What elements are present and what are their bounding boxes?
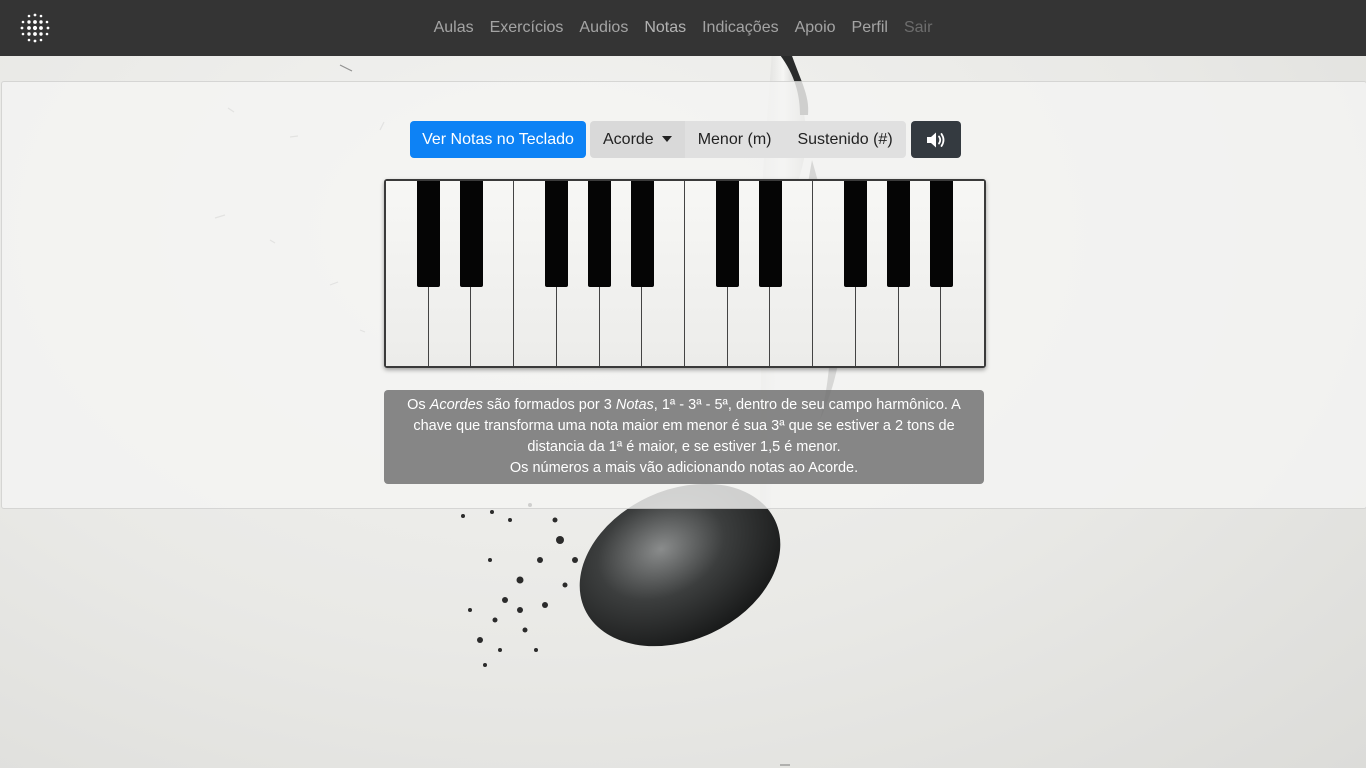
notas-term: Notas <box>615 397 654 413</box>
piano-black-key[interactable] <box>758 181 782 287</box>
volume-icon <box>926 132 945 147</box>
nav-link-aulas[interactable]: Aulas <box>426 0 482 56</box>
piano-black-key[interactable] <box>887 181 911 287</box>
piano-black-key[interactable] <box>716 181 740 287</box>
top-navbar: Aulas Exercícios Audios Notas Indicações… <box>0 0 1366 56</box>
chord-info-text: Os Acordes são formados por 3 Notas, 1ª … <box>407 397 961 455</box>
piano-black-key[interactable] <box>588 181 612 287</box>
chord-info-box: Os Acordes são formados por 3 Notas, 1ª … <box>384 390 984 484</box>
minor-toggle-button[interactable]: Menor (m) <box>684 121 785 158</box>
chord-info-extra: Os números a mais vão adicionando notas … <box>509 460 859 476</box>
nav-link-exercicios[interactable]: Exercícios <box>482 0 572 56</box>
piano-black-key[interactable] <box>417 181 441 287</box>
piano-black-key[interactable] <box>630 181 654 287</box>
chord-toolbar: Ver Notas no Teclado Acorde Menor (m) Su… <box>410 121 961 159</box>
piano-black-key[interactable] <box>929 181 953 287</box>
sharp-toggle-button[interactable]: Sustenido (#) <box>784 121 906 158</box>
piano-black-key[interactable] <box>545 181 569 287</box>
piano-black-key[interactable] <box>844 181 868 287</box>
piano-keyboard <box>384 179 986 368</box>
show-notes-button[interactable]: Ver Notas no Teclado <box>410 121 586 158</box>
chord-dropdown-button[interactable]: Acorde <box>590 121 685 158</box>
play-sound-button[interactable] <box>910 121 961 158</box>
chord-dropdown-label: Acorde <box>603 130 654 148</box>
nav-link-perfil[interactable]: Perfil <box>844 0 896 56</box>
nav-link-audios[interactable]: Audios <box>571 0 636 56</box>
nav-link-apoio[interactable]: Apoio <box>787 0 844 56</box>
nav-link-notas[interactable]: Notas <box>636 0 694 56</box>
nav-link-sair[interactable]: Sair <box>896 0 940 56</box>
chord-panel: Ver Notas no Teclado Acorde Menor (m) Su… <box>1 81 1366 509</box>
piano-black-key[interactable] <box>459 181 483 287</box>
acordes-term: Acordes <box>429 397 483 413</box>
chord-options-group: Acorde Menor (m) Sustenido (#) <box>590 121 906 159</box>
nav-link-indicacoes[interactable]: Indicações <box>694 0 787 56</box>
main-navigation: Aulas Exercícios Audios Notas Indicações… <box>0 0 1366 56</box>
caret-down-icon <box>661 135 672 142</box>
